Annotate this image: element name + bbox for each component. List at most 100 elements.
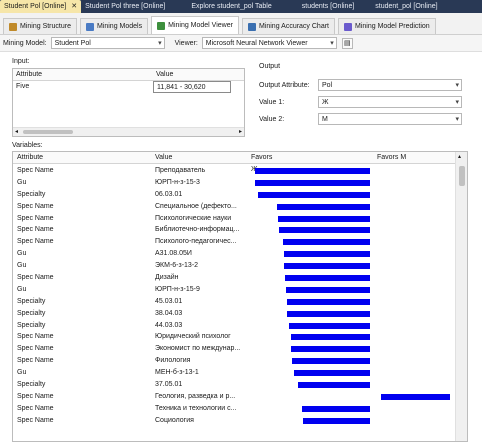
table-row[interactable]: Specialty 45.03.01 xyxy=(13,296,456,308)
table-row[interactable]: Specialty 44.03.03 xyxy=(13,320,456,332)
variable-value-cell: ЮРП-н-з-15-9 xyxy=(155,285,200,293)
column-header-attribute[interactable]: Attribute xyxy=(17,152,43,164)
favors-1-bar xyxy=(283,239,370,246)
variable-value-cell: Экономист по междунар... xyxy=(155,345,241,353)
variable-value-cell: Психологические науки xyxy=(155,214,232,222)
designer-view-tabs: Mining Structure Mining Models Mining Mo… xyxy=(0,13,482,35)
doc-tab-students[interactable]: students [Online] xyxy=(298,0,359,13)
favors-1-bar xyxy=(287,298,370,305)
variable-value-cell: Филология xyxy=(155,357,191,365)
doc-tab-label: Student Pol three [Online] xyxy=(85,3,166,10)
mining-model-label: Mining Model: xyxy=(3,39,47,47)
tab-mining-model-prediction[interactable]: Mining Model Prediction xyxy=(338,18,436,34)
variable-value-cell: Дизайн xyxy=(155,274,179,282)
tab-label: Mining Accuracy Chart xyxy=(258,23,329,30)
doc-tab-student-pol[interactable]: Student Pol [Online] ✕ xyxy=(0,0,82,13)
mining-model-select[interactable]: Student Pol ▾ xyxy=(50,37,165,49)
table-row[interactable]: Spec Name Филология xyxy=(13,355,456,367)
table-row[interactable]: Spec Name Социология xyxy=(13,415,456,427)
scrollbar-thumb[interactable] xyxy=(459,166,465,186)
scroll-right-icon[interactable]: ▸ xyxy=(239,128,242,137)
doc-tab-label: students [Online] xyxy=(301,3,355,10)
tab-mining-accuracy-chart[interactable]: Mining Accuracy Chart xyxy=(241,18,335,34)
value2-select[interactable]: М ▾ xyxy=(318,113,462,125)
input-attribute-cell[interactable]: Five xyxy=(13,81,153,93)
variable-value-cell: ЮРП-н-з-15-3 xyxy=(155,178,200,186)
favors-1-bar xyxy=(298,382,370,389)
table-row[interactable]: Gu А31.08.05И xyxy=(13,248,456,260)
table-row[interactable]: Spec Name Техника и технологии с... xyxy=(13,403,456,415)
table-row[interactable]: Gu ЭКМ-6-з-13-2 xyxy=(13,260,456,272)
table-row[interactable]: Spec Name Библиотечно-информац... xyxy=(13,224,456,236)
viewer-value: Microsoft Neural Network Viewer xyxy=(205,39,308,47)
variable-value-cell: 44.03.03 xyxy=(155,321,183,329)
favors-2-bar xyxy=(381,393,450,400)
variable-value-cell: Техника и технологии с... xyxy=(155,404,237,412)
table-row[interactable]: Spec Name Экономист по междунар... xyxy=(13,343,456,355)
variable-attribute-cell: Gu xyxy=(17,369,27,377)
table-row[interactable]: Spec Name Психолого-педагогичес... xyxy=(13,236,456,248)
scroll-up-icon[interactable]: ▴ xyxy=(458,153,461,160)
value1-row: Value 1: Ж ▾ xyxy=(259,96,462,108)
table-row[interactable]: Gu ЮРП-н-з-15-3 xyxy=(13,177,456,189)
value1-select[interactable]: Ж ▾ xyxy=(318,96,462,108)
tab-mining-model-viewer[interactable]: Mining Model Viewer xyxy=(151,16,239,34)
clipboard-icon: ▤ xyxy=(343,40,351,47)
value1-value: Ж xyxy=(322,98,329,106)
table-row[interactable]: Gu ЮРП-н-з-15-9 xyxy=(13,284,456,296)
doc-tab-label: Explore student_pol Table xyxy=(191,3,272,10)
tab-mining-models[interactable]: Mining Models xyxy=(79,18,149,34)
variable-value-cell: 45.03.01 xyxy=(155,297,183,305)
doc-tab-student-pol-three[interactable]: Student Pol three [Online] xyxy=(81,0,169,13)
output-section-label: Output xyxy=(259,63,281,70)
column-header-value[interactable]: Value xyxy=(155,152,172,164)
table-row[interactable]: Specialty 37.05.01 xyxy=(13,379,456,391)
variable-value-cell: Библиотечно-информац... xyxy=(155,226,240,234)
scroll-left-icon[interactable]: ◂ xyxy=(15,128,18,137)
column-header-attribute[interactable]: Attribute xyxy=(13,69,153,80)
table-row[interactable]: Five 11,841 - 30,620 xyxy=(13,81,244,93)
input-value-cell[interactable]: 11,841 - 30,620 xyxy=(153,81,231,93)
close-icon[interactable]: ✕ xyxy=(71,0,77,13)
viewer-select[interactable]: Microsoft Neural Network Viewer ▾ xyxy=(201,37,337,49)
table-row[interactable]: Spec Name Специальное (дефекто... xyxy=(13,201,456,213)
doc-tab-label: Student Pol [Online] xyxy=(4,3,67,10)
viewer-icon xyxy=(157,21,166,30)
column-header-favors-2[interactable]: Favors М xyxy=(377,152,406,164)
variable-attribute-cell: Specialty xyxy=(17,190,46,198)
table-row[interactable]: Spec Name Юридический психолог xyxy=(13,331,456,343)
horizontal-scrollbar[interactable]: ◂ ▸ xyxy=(13,127,244,136)
viewer-label: Viewer: xyxy=(174,39,198,47)
chevron-down-icon: ▾ xyxy=(455,99,459,106)
table-row[interactable]: Gu МЕН-б-з-13-1 xyxy=(13,367,456,379)
output-attribute-select[interactable]: Pol ▾ xyxy=(318,79,462,91)
variable-attribute-cell: Spec Name xyxy=(17,238,54,246)
table-row[interactable]: Spec Name Психологические науки xyxy=(13,213,456,225)
model-viewer-bar: Mining Model: Student Pol ▾ Viewer: Micr… xyxy=(0,35,482,52)
variable-value-cell: Юридический психолог xyxy=(155,333,231,341)
filter-icon[interactable]: ▿ xyxy=(257,152,261,164)
table-row[interactable]: Spec Name Геология, разведка и р... xyxy=(13,391,456,403)
favors-1-bar xyxy=(279,227,370,234)
copy-to-clipboard-button[interactable]: ▤ xyxy=(341,37,353,49)
favors-1-bar xyxy=(292,358,370,365)
doc-tab-student-pol-online[interactable]: student_pol [Online] xyxy=(371,0,441,13)
table-row[interactable]: Specialty 06.03.01 xyxy=(13,189,456,201)
doc-tab-explore-table[interactable]: Explore student_pol Table xyxy=(187,0,275,13)
table-row[interactable]: Spec Name Преподаватель xyxy=(13,165,456,177)
favors-1-bar xyxy=(255,179,370,186)
variable-value-cell: 37.05.01 xyxy=(155,381,183,389)
variable-attribute-cell: Spec Name xyxy=(17,167,54,174)
table-row[interactable]: Specialty 38.04.03 xyxy=(13,308,456,320)
favors-1-bar xyxy=(258,191,370,198)
column-header-value[interactable]: Value xyxy=(153,69,173,80)
table-row[interactable]: Spec Name Дизайн xyxy=(13,272,456,284)
favors-1-bar xyxy=(291,346,370,353)
vertical-scrollbar[interactable]: ▴ xyxy=(455,152,467,441)
chevron-down-icon: ▾ xyxy=(330,40,334,47)
variable-attribute-cell: Gu xyxy=(17,262,27,270)
tab-label: Mining Structure xyxy=(20,23,71,30)
scrollbar-thumb[interactable] xyxy=(23,130,73,134)
favors-1-bar xyxy=(285,275,370,282)
tab-mining-structure[interactable]: Mining Structure xyxy=(3,18,77,34)
